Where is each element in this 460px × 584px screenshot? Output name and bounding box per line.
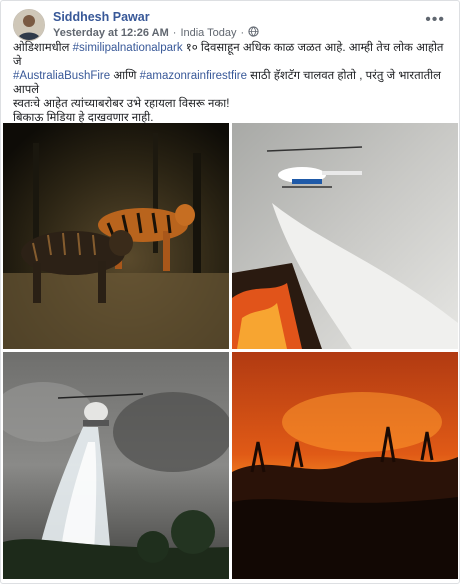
avatar[interactable] — [13, 9, 45, 41]
hashtag-similipalnationalpark[interactable]: #similipalnationalpark — [73, 42, 183, 54]
post-time[interactable]: Yesterday at 12:26 AM — [53, 27, 169, 39]
more-horizontal-icon[interactable]: ••• — [425, 11, 445, 29]
photo-helicopter-over-smoke[interactable] — [232, 123, 458, 349]
post-line-3: स्वतःचे आहेत त्यांच्याबरोबर उभे रहायला व… — [13, 98, 230, 110]
post-header: Siddhesh Pawar Yesterday at 12:26 AM · I… — [13, 9, 447, 41]
globe-icon — [248, 26, 259, 40]
post-line-2: #AustraliaBushFire आणि #amazonrainfirest… — [13, 69, 449, 97]
post-location[interactable]: India Today — [180, 27, 236, 39]
hashtag-amazonrainfirestfire[interactable]: #amazonrainfirestfire — [140, 70, 247, 82]
meta-separator-2: · — [240, 27, 245, 39]
photo-grid — [3, 123, 458, 579]
text-segment: आणि — [110, 70, 140, 82]
photo-tigers-at-night[interactable] — [3, 123, 229, 349]
post-meta: Yesterday at 12:26 AM · India Today · — [53, 26, 259, 40]
post-card: Siddhesh Pawar Yesterday at 12:26 AM · I… — [0, 0, 460, 584]
meta-separator: · — [172, 27, 177, 39]
author-name[interactable]: Siddhesh Pawar — [53, 10, 150, 24]
photo-helicopter-water-drop[interactable] — [3, 352, 229, 579]
hashtag-australiabushfire[interactable]: #AustraliaBushFire — [13, 70, 110, 82]
post-line-1: ओडिशामधील #similipalnationalpark १० दिवस… — [13, 41, 449, 69]
photo-forest-fire-at-night[interactable] — [232, 352, 458, 579]
text-segment: ओडिशामधील — [13, 42, 73, 54]
